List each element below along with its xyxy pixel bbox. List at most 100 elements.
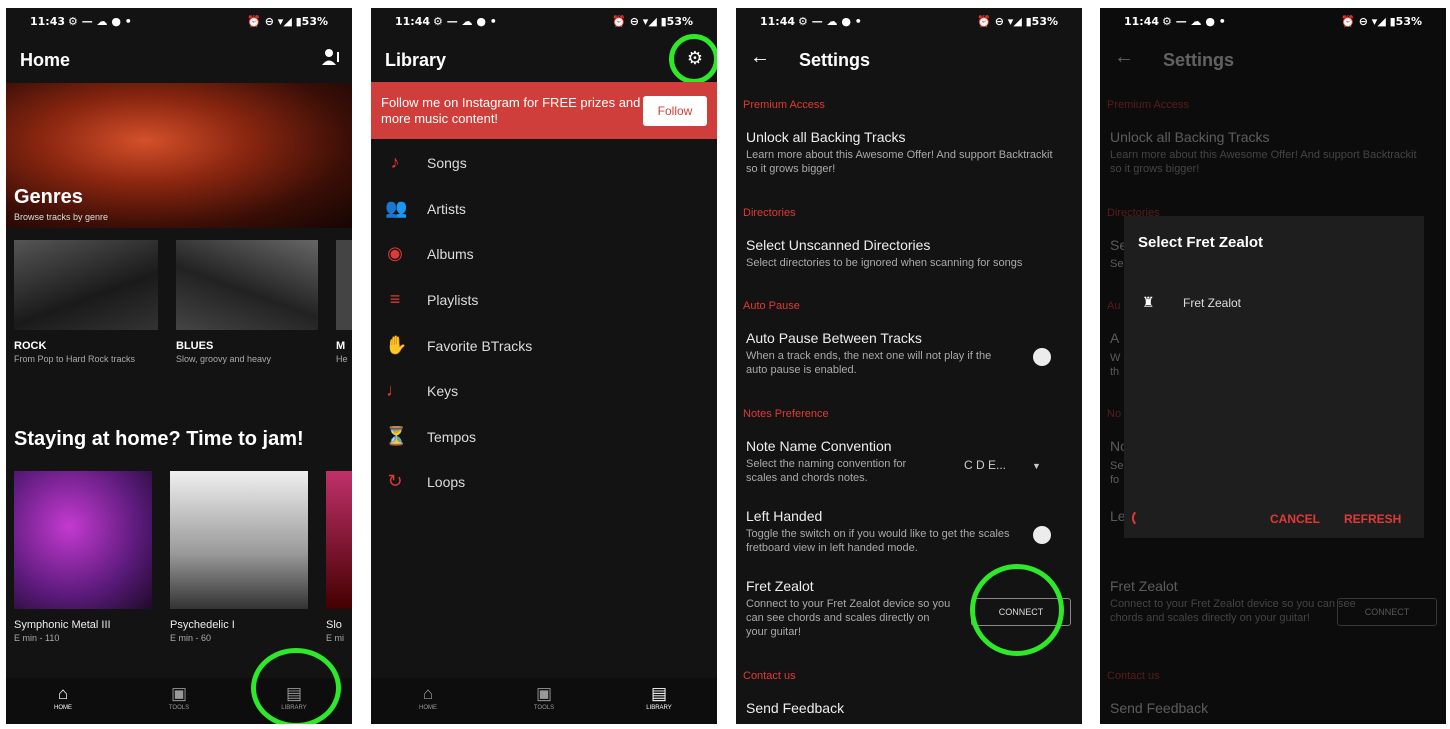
- nav-label: HOME: [419, 705, 437, 711]
- nav-label: LIBRARY: [646, 705, 672, 711]
- genres-hero-banner[interactable]: Genres Browse tracks by genre: [6, 83, 352, 228]
- genre-image: [14, 240, 158, 330]
- library-item-songs[interactable]: ♪ Songs: [371, 141, 717, 185]
- library-item-favorite-btracks[interactable]: ✋ Favorite BTracks: [371, 324, 717, 368]
- peek-text: th: [1110, 366, 1120, 378]
- item-label: Loops: [427, 474, 466, 490]
- follow-button[interactable]: Follow: [643, 96, 707, 126]
- refresh-button[interactable]: REFRESH: [1344, 512, 1401, 526]
- item-label: Tempos: [427, 429, 477, 445]
- peek-text: Se: [1110, 258, 1124, 270]
- library-item-keys[interactable]: ♩ Keys: [371, 369, 717, 413]
- nav-home[interactable]: ⌂ HOME: [33, 684, 93, 711]
- setting-feedback[interactable]: Send Feedback: [746, 700, 844, 716]
- dropdown-value: C D E...: [964, 458, 1007, 472]
- setting-title: Note Name Convention: [746, 438, 892, 454]
- setting-unlock: Unlock all Backing Tracks Learn more abo…: [1110, 129, 1430, 176]
- tools-icon: ▣: [170, 684, 188, 703]
- app-bar: ← Settings: [1100, 38, 1446, 82]
- setting-directories[interactable]: Select Unscanned Directories Select dire…: [746, 237, 1066, 270]
- status-bar: 11:44 ⚙ — ☁ ● • ⏰ ⊖ ▾◢ ▮53%: [736, 8, 1082, 36]
- page-title: Settings: [1163, 50, 1235, 70]
- highlight-circle: [669, 34, 717, 84]
- person-settings-icon[interactable]: [322, 48, 342, 71]
- library-item-loops[interactable]: ↻ Loops: [371, 460, 717, 504]
- loading-spinner: [1132, 509, 1150, 527]
- jam-image: [14, 471, 152, 609]
- setting-title: Left Handed: [746, 508, 823, 524]
- genre-desc: He: [336, 354, 348, 364]
- jam-sub: E mi: [326, 633, 344, 643]
- genre-image: [176, 240, 318, 330]
- jam-card[interactable]: Symphonic Metal III E min - 110: [14, 471, 152, 644]
- status-time: 11:43: [30, 15, 66, 28]
- setting-desc: Select directories to be ignored when sc…: [746, 257, 1023, 269]
- rock-hand-icon: ✋: [385, 335, 408, 355]
- setting-feedback: Send Feedback: [1110, 700, 1208, 716]
- jam-card[interactable]: Psychedelic I E min - 60: [170, 471, 308, 644]
- app-bar: Library ⚙: [371, 38, 717, 82]
- genre-card-rock[interactable]: ROCK From Pop to Hard Rock tracks: [14, 240, 158, 365]
- nav-tools[interactable]: ▣ TOOLS: [149, 684, 209, 711]
- library-item-albums[interactable]: ◉ Albums: [371, 232, 717, 276]
- peek-text: No: [1107, 408, 1122, 420]
- setting-fret-zealot: Fret Zealot Connect to your Fret Zealot …: [746, 578, 951, 639]
- status-indicators: ⏰ ⊖ ▾◢ ▮53%: [247, 15, 328, 28]
- item-label: Artists: [427, 201, 466, 217]
- setting-title: Select Unscanned Directories: [746, 237, 931, 253]
- page-title: Home: [20, 50, 71, 70]
- genre-card-blues[interactable]: BLUES Slow, groovy and heavy: [176, 240, 318, 365]
- highlight-circle: [251, 648, 341, 724]
- back-arrow-icon[interactable]: ←: [1114, 46, 1134, 69]
- library-item-artists[interactable]: 👥 Artists: [371, 187, 717, 231]
- setting-desc: Learn more about this Awesome Offer! And…: [746, 149, 1053, 175]
- tools-icon: ▣: [535, 684, 553, 703]
- instagram-promo-banner[interactable]: Follow me on Instagram for FREE prizes a…: [371, 82, 717, 139]
- people-icon: 👥: [385, 198, 408, 218]
- setting-note-name[interactable]: Note Name Convention Select the naming c…: [746, 438, 921, 485]
- setting-left-handed[interactable]: Left Handed Toggle the switch on if you …: [746, 508, 1016, 555]
- app-bar: Home: [6, 38, 352, 82]
- setting-desc: Toggle the switch on if you would like t…: [746, 528, 1010, 554]
- nav-tools[interactable]: ▣ TOOLS: [514, 684, 574, 711]
- library-item-playlists[interactable]: ≡ Playlists: [371, 278, 717, 322]
- left-handed-toggle[interactable]: [1033, 526, 1051, 544]
- loop-icon: ↻: [387, 471, 403, 491]
- cancel-button[interactable]: CANCEL: [1270, 512, 1320, 526]
- status-bar: 11:44 ⚙ — ☁ ● • ⏰ ⊖ ▾◢ ▮53%: [1100, 8, 1446, 36]
- setting-unlock[interactable]: Unlock all Backing Tracks Learn more abo…: [746, 129, 1066, 176]
- playlist-icon: ≡: [389, 289, 401, 309]
- guitar-icon: ♜: [1142, 294, 1155, 310]
- nav-library[interactable]: ▤ LIBRARY: [629, 684, 689, 711]
- section-contact: Contact us: [1107, 670, 1160, 682]
- genre-card-partial[interactable]: M He: [336, 240, 352, 365]
- item-label: Favorite BTracks: [427, 338, 533, 354]
- connect-button: CONNECT: [1337, 598, 1437, 626]
- back-arrow-icon[interactable]: ←: [750, 46, 770, 69]
- notification-icons: ⚙ — ☁ ● •: [433, 15, 497, 28]
- nav-label: TOOLS: [533, 705, 555, 711]
- setting-autopause[interactable]: Auto Pause Between Tracks When a track e…: [746, 330, 1011, 377]
- promo-text: Follow me on Instagram for FREE prizes a…: [381, 95, 641, 126]
- setting-title: Auto Pause Between Tracks: [746, 330, 922, 346]
- status-time: 11:44: [395, 15, 431, 28]
- home-screen: 11:43 ⚙ — ☁ ● • ⏰ ⊖ ▾◢ ▮53% Home Genres …: [6, 8, 352, 724]
- page-title: Library: [385, 50, 447, 70]
- jam-card[interactable]: Slo E mi: [326, 471, 352, 644]
- item-label: Playlists: [427, 292, 479, 308]
- status-indicators: ⏰ ⊖ ▾◢ ▮53%: [612, 15, 693, 28]
- jam-title: Slo: [326, 619, 342, 631]
- genres-title: Genres: [14, 186, 83, 208]
- section-directories: Directories: [743, 207, 796, 219]
- setting-title: Send Feedback: [746, 700, 845, 716]
- select-device-dialog: Select Fret Zealot ♜ Fret Zealot CANCEL …: [1124, 216, 1424, 538]
- autopause-toggle[interactable]: [1033, 348, 1051, 366]
- setting-desc: Connect to your Fret Zealot device so yo…: [746, 598, 951, 638]
- note-convention-dropdown[interactable]: C D E... ▼: [964, 458, 1041, 472]
- library-item-tempos[interactable]: ⏳ Tempos: [371, 415, 717, 459]
- section-premium: Premium Access: [1107, 99, 1189, 111]
- device-name: Fret Zealot: [1183, 296, 1242, 310]
- nav-home[interactable]: ⌂ HOME: [398, 684, 458, 711]
- jam-section-title: Staying at home? Time to jam!: [14, 428, 304, 450]
- jam-image: [326, 471, 352, 609]
